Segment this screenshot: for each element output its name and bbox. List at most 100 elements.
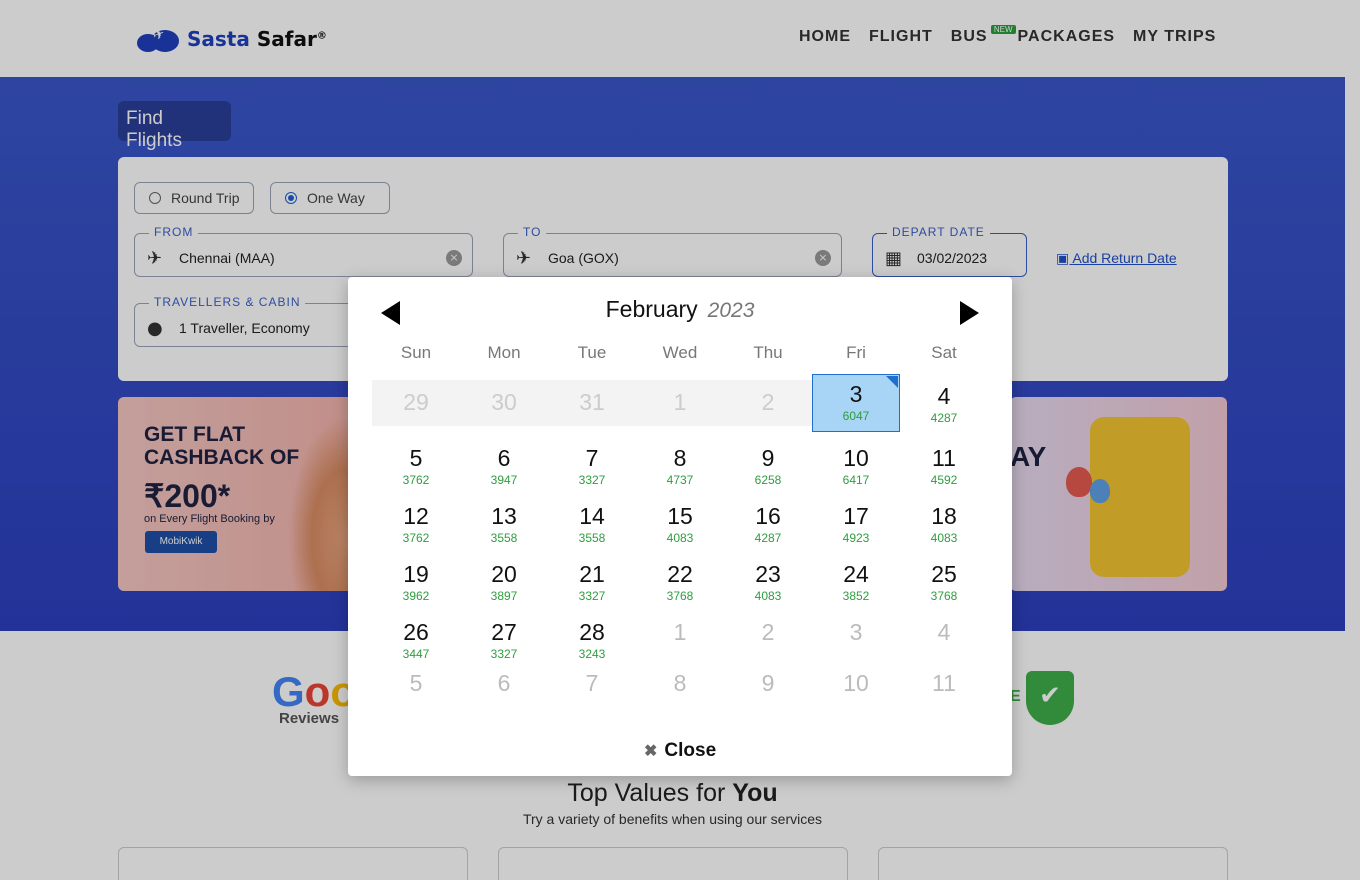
day-number: 20 — [491, 561, 517, 587]
day-fare: 4083 — [754, 589, 782, 603]
day-fare: 6417 — [842, 473, 870, 487]
calendar-day[interactable]: 10 6417 — [812, 439, 900, 491]
day-fare: 3768 — [666, 589, 694, 603]
weekday-label: Mon — [487, 343, 521, 362]
day-fare: 6258 — [754, 473, 782, 487]
day-number: 29 — [403, 389, 429, 415]
day-fare: 3947 — [490, 473, 518, 487]
weekday-label: Sat — [931, 343, 957, 362]
month-title: February 2023 — [605, 296, 755, 322]
calendar-day: 11 — [900, 664, 988, 716]
day-fare: 4287 — [930, 411, 958, 425]
calendar-day[interactable]: 5 3762 — [372, 439, 460, 491]
calendar-day[interactable]: 15 4083 — [636, 497, 724, 549]
calendar-day[interactable]: 27 3327 — [460, 613, 548, 665]
day-fare: 6047 — [842, 409, 870, 423]
calendar-day[interactable]: 6 3947 — [460, 439, 548, 491]
calendar-day-selected[interactable]: 3 6047 — [812, 374, 900, 432]
day-number: 18 — [931, 503, 957, 529]
day-fare: 4737 — [666, 473, 694, 487]
calendar-day: 5 — [372, 664, 460, 716]
calendar-day[interactable]: 19 3962 — [372, 555, 460, 607]
calendar-day[interactable]: 18 4083 — [900, 497, 988, 549]
day-fare: 3558 — [578, 531, 606, 545]
calendar-day[interactable]: 26 3447 — [372, 613, 460, 665]
calendar-day[interactable]: 28 3243 — [548, 613, 636, 665]
calendar-day: 3 — [812, 613, 900, 665]
calendar-day: 30 — [460, 380, 548, 426]
day-number: 2 — [761, 619, 775, 645]
day-fare: 3327 — [490, 647, 518, 661]
day-number: 10 — [843, 670, 869, 696]
calendar-day[interactable]: 25 3768 — [900, 555, 988, 607]
calendar-day[interactable]: 12 3762 — [372, 497, 460, 549]
day-fare: 3762 — [402, 473, 430, 487]
day-fare: 3962 — [402, 589, 430, 603]
day-number: 6 — [497, 445, 511, 471]
day-number: 5 — [409, 670, 423, 696]
calendar-day[interactable]: 13 3558 — [460, 497, 548, 549]
calendar-day: 2 — [724, 613, 812, 665]
day-number: 24 — [843, 561, 869, 587]
day-number: 1 — [673, 619, 687, 645]
day-number: 9 — [761, 445, 775, 471]
day-number: 3 — [849, 619, 863, 645]
day-number: 21 — [579, 561, 605, 587]
day-number: 4 — [937, 383, 951, 409]
calendar-day: 2 — [724, 380, 812, 426]
calendar-day: 8 — [636, 664, 724, 716]
day-fare: 3852 — [842, 589, 870, 603]
weekday-label: Tue — [577, 343, 607, 362]
calendar-day[interactable]: 21 3327 — [548, 555, 636, 607]
calendar-day[interactable]: 9 6258 — [724, 439, 812, 491]
day-number: 5 — [409, 445, 423, 471]
calendar-day: 9 — [724, 664, 812, 716]
calendar-day[interactable]: 16 4287 — [724, 497, 812, 549]
day-number: 6 — [497, 670, 511, 696]
calendar-day[interactable]: 7 3327 — [548, 439, 636, 491]
day-number: 26 — [403, 619, 429, 645]
close-button[interactable]: ✖ Close — [644, 740, 716, 762]
day-fare: 3558 — [490, 531, 518, 545]
weekday-label: Wed — [662, 343, 698, 362]
day-fare: 3327 — [578, 589, 606, 603]
day-number: 8 — [673, 670, 687, 696]
calendar-day[interactable]: 20 3897 — [460, 555, 548, 607]
day-number: 2 — [761, 389, 775, 415]
calendar-day[interactable]: 11 4592 — [900, 439, 988, 491]
weekday-label: Thu — [753, 343, 783, 362]
calendar-day: 4 — [900, 613, 988, 665]
day-number: 19 — [403, 561, 429, 587]
day-fare: 3327 — [578, 473, 606, 487]
calendar-day[interactable]: 14 3558 — [548, 497, 636, 549]
calendar-day: 31 — [548, 380, 636, 426]
day-fare: 4083 — [930, 531, 958, 545]
calendar-day[interactable]: 4 4287 — [900, 377, 988, 429]
day-number: 15 — [667, 503, 693, 529]
day-number: 25 — [931, 561, 957, 587]
day-number: 8 — [673, 445, 687, 471]
close-label: Close — [664, 740, 717, 761]
day-number: 14 — [579, 503, 605, 529]
day-number: 30 — [491, 389, 517, 415]
calendar-day[interactable]: 17 4923 — [812, 497, 900, 549]
day-fare: 4592 — [930, 473, 958, 487]
calendar-day: 6 — [460, 664, 548, 716]
day-number: 16 — [755, 503, 781, 529]
day-number: 9 — [761, 670, 775, 696]
calendar-day[interactable]: 23 4083 — [724, 555, 812, 607]
day-number: 27 — [491, 619, 517, 645]
calendar-day[interactable]: 22 3768 — [636, 555, 724, 607]
day-fare: 3762 — [402, 531, 430, 545]
close-icon: ✖ — [644, 743, 658, 760]
day-number: 10 — [843, 445, 869, 471]
calendar-day[interactable]: 8 4737 — [636, 439, 724, 491]
weekday-label: Sun — [400, 343, 432, 362]
calendar-day[interactable]: 24 3852 — [812, 555, 900, 607]
day-number: 3 — [849, 381, 863, 407]
day-number: 31 — [579, 389, 605, 415]
day-number: 22 — [667, 561, 693, 587]
weekday-label: Fri — [846, 343, 866, 362]
day-number: 7 — [585, 445, 599, 471]
day-number: 7 — [585, 670, 599, 696]
